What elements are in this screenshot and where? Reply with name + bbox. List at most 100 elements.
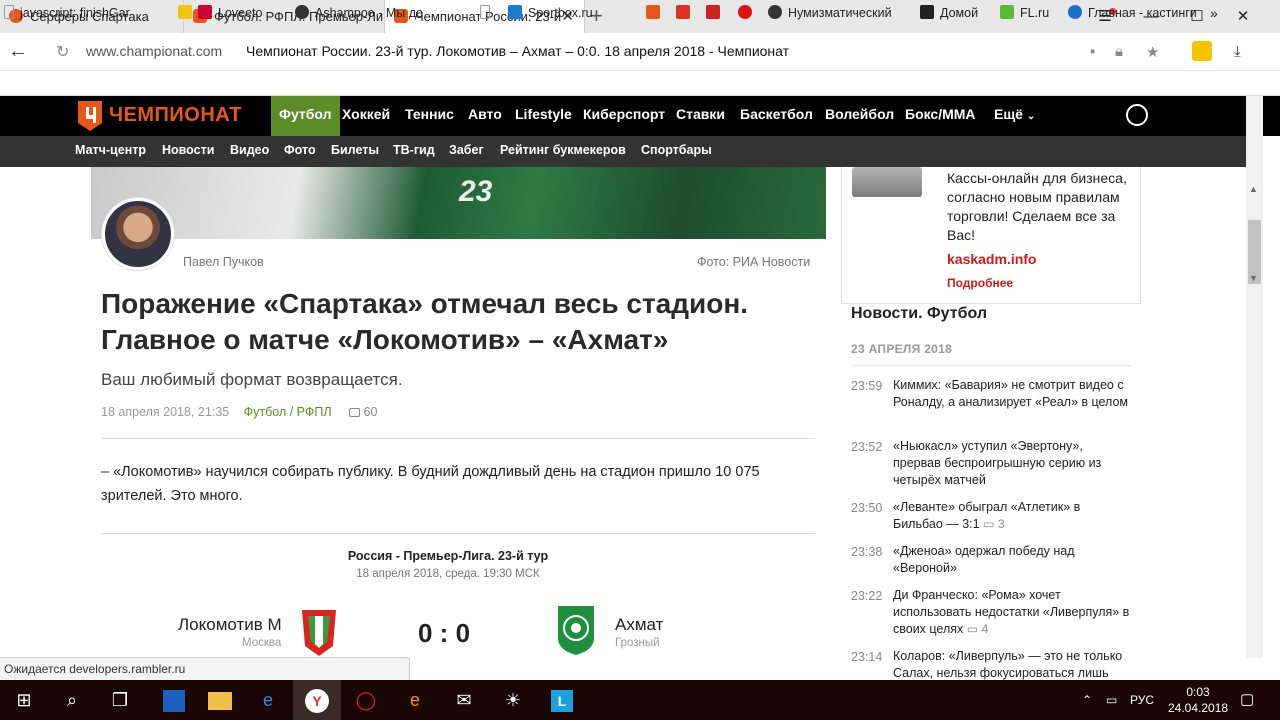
nav-hockey[interactable]: Хоккей [342,96,390,136]
author-name[interactable]: Павел Пучков [183,255,264,269]
bookmark-item[interactable]: Loveeto [178,5,282,20]
l-app-icon[interactable]: L [538,680,586,720]
url-host[interactable]: www.championat.com [86,43,222,59]
bookmark-item[interactable]: Нумизматический [768,5,903,20]
task-view-icon[interactable]: ❐ [96,680,144,720]
logo-text: ЧЕМПИОНАТ [109,104,242,126]
article-category-link[interactable]: Футбол / РФПЛ [244,405,332,419]
news-text: Киммих: «Бавария» не смотрит видео с Рон… [893,378,1129,409]
mail-icon[interactable]: ✉ [440,680,488,720]
news-heading[interactable]: Новости. Футбол [851,305,987,323]
ad-text[interactable]: Кассы-онлайн для бизнеса, согласно новым… [947,169,1137,245]
back-arrow-icon[interactable]: ← [8,40,28,63]
tray-chevron-icon[interactable]: ⌃ [1082,680,1092,720]
bookmark-item[interactable]: FL.ru [1000,5,1060,20]
subnav-video[interactable]: Видео [230,136,269,167]
ad-more-link[interactable]: Подробнее [947,276,1013,290]
news-time: 23:22 [851,589,883,603]
bookmark-item[interactable]: Ashampoo - Мы де [295,5,435,20]
rambler-app-icon[interactable] [150,680,198,720]
news-item[interactable]: Коларов: «Ливерпуль» — это не только Сал… [893,648,1133,680]
home-team-name[interactable]: Локомотив М [178,615,282,635]
cash-register-image[interactable] [852,167,922,197]
news-item[interactable]: Киммих: «Бавария» не смотрит видео с Рон… [893,377,1133,411]
scroll-up-icon[interactable]: ▲ [1249,184,1258,194]
nav-tennis[interactable]: Теннис [405,96,454,136]
user-profile-icon[interactable] [1126,104,1148,126]
brightness-icon[interactable]: ☀ [489,680,537,720]
nav-volleyball[interactable]: Волейбол [825,96,894,136]
nav-football[interactable]: Футбол [271,96,340,136]
extension-icon[interactable] [1192,41,1212,61]
news-item[interactable]: «Леванте» обыграл «Атлетик» в Бильбао — … [893,499,1133,533]
bookmark-star-icon[interactable]: ★ [1146,43,1159,61]
nav-cybersport[interactable]: Киберспорт [583,96,665,136]
bookmark-item[interactable] [480,5,500,20]
comments-link[interactable]: 60 [349,405,377,419]
language-indicator[interactable]: РУС [1130,680,1154,720]
subnav-race[interactable]: Забег [449,136,484,167]
subnav-sportbars[interactable]: Спортбары [641,136,712,167]
uc-browser-icon[interactable]: e [391,680,439,720]
author-avatar[interactable] [102,198,174,270]
nav-bets[interactable]: Ставки [676,96,725,136]
nav-boxing[interactable]: Бокс/ММА [905,96,976,136]
bookmark-item[interactable]: Домой [920,5,990,20]
news-item[interactable]: Ди Франческо: «Рома» хочет использовать … [893,587,1133,638]
lokomotiv-logo-icon[interactable] [296,606,342,658]
bookmark-item[interactable] [738,5,758,20]
bookmark-item[interactable] [706,5,726,20]
lokomotiv-logo-shape [302,610,336,656]
file-explorer-icon[interactable] [196,680,244,720]
nav-basketball[interactable]: Баскетбол [740,96,813,136]
nav-more[interactable]: Ещё ⌄ [994,96,1035,136]
page-title-in-address[interactable]: Чемпионат России. 23-й тур. Локомотив – … [246,43,789,59]
windows-start-icon[interactable]: ⊞ [0,680,48,720]
akhmat-logo-shape [558,606,594,655]
reader-icon[interactable]: ▪ [1090,43,1095,60]
edge-browser-icon[interactable]: e [244,680,292,720]
bookmarks-more-icon[interactable]: » [1210,5,1218,21]
yandex-browser-icon[interactable]: Y [293,680,341,720]
spartak-icon [738,5,752,19]
away-team-name[interactable]: Ахмат [615,615,663,635]
subnav-bookmaker-rating[interactable]: Рейтинг букмекеров [500,136,626,167]
reload-icon[interactable]: ↻ [56,42,69,62]
page-scrollbar[interactable] [1246,96,1263,658]
championat-icon [646,5,660,19]
article-hero-image: 23 [91,167,826,239]
bookmark-item[interactable] [646,5,666,20]
ad-link[interactable]: kaskadm.info [947,251,1036,267]
news-text: «Дженоа» одержал победу над «Вероной» [893,544,1075,575]
network-icon[interactable]: ▭ [1106,680,1117,720]
notifications-icon[interactable]: ▢ [1240,680,1254,720]
system-clock[interactable]: 0:03 24.04.2018 [1168,680,1228,720]
bookmark-item[interactable]: Главная - кастинги [1068,5,1204,20]
nav-lifestyle[interactable]: Lifestyle [515,96,572,136]
subnav-photo[interactable]: Фото [284,136,316,167]
search-icon[interactable]: ⌕ [48,680,96,720]
opera-icon[interactable]: ◯ [342,680,390,720]
bookmark-item[interactable] [676,5,696,20]
address-bar[interactable]: ← ↻ www.championat.com Чемпионат России.… [0,33,1280,71]
subnav-tv-guide[interactable]: ТВ-гид [393,136,435,167]
match-score[interactable]: 0 : 0 [418,618,470,649]
subnav-tickets[interactable]: Билеты [331,136,379,167]
lock-icon[interactable]: 🔒︎ [1115,43,1123,60]
nav-auto[interactable]: Авто [468,96,502,136]
close-window-button[interactable]: ✕ [1220,0,1266,33]
download-icon[interactable]: ⤓ [1234,43,1241,60]
match-league[interactable]: Россия - Премьер-Лига. 23-й тур [101,549,795,563]
bookmark-label: Loveeto [218,6,263,20]
article-subtitle: Ваш любимый формат возвращается. [101,370,403,389]
comment-icon: ▭ [966,622,979,636]
news-item[interactable]: «Ньюкасл» уступил «Эвертону», прервав бе… [893,438,1133,489]
akhmat-logo-icon[interactable] [554,604,598,656]
bookmark-item[interactable]: Sportbox.ru [508,5,618,20]
bookmark-item[interactable]: javascript: finishGar [4,5,164,20]
news-item[interactable]: «Дженоа» одержал победу над «Вероной» [893,543,1133,577]
scroll-down-icon[interactable]: ▼ [1249,273,1258,283]
match-datetime: 18 апреля 2018, среда. 19:30 МСК [356,568,540,580]
subnav-match-center[interactable]: Матч-центр [75,136,146,167]
subnav-news[interactable]: Новости [162,136,214,167]
